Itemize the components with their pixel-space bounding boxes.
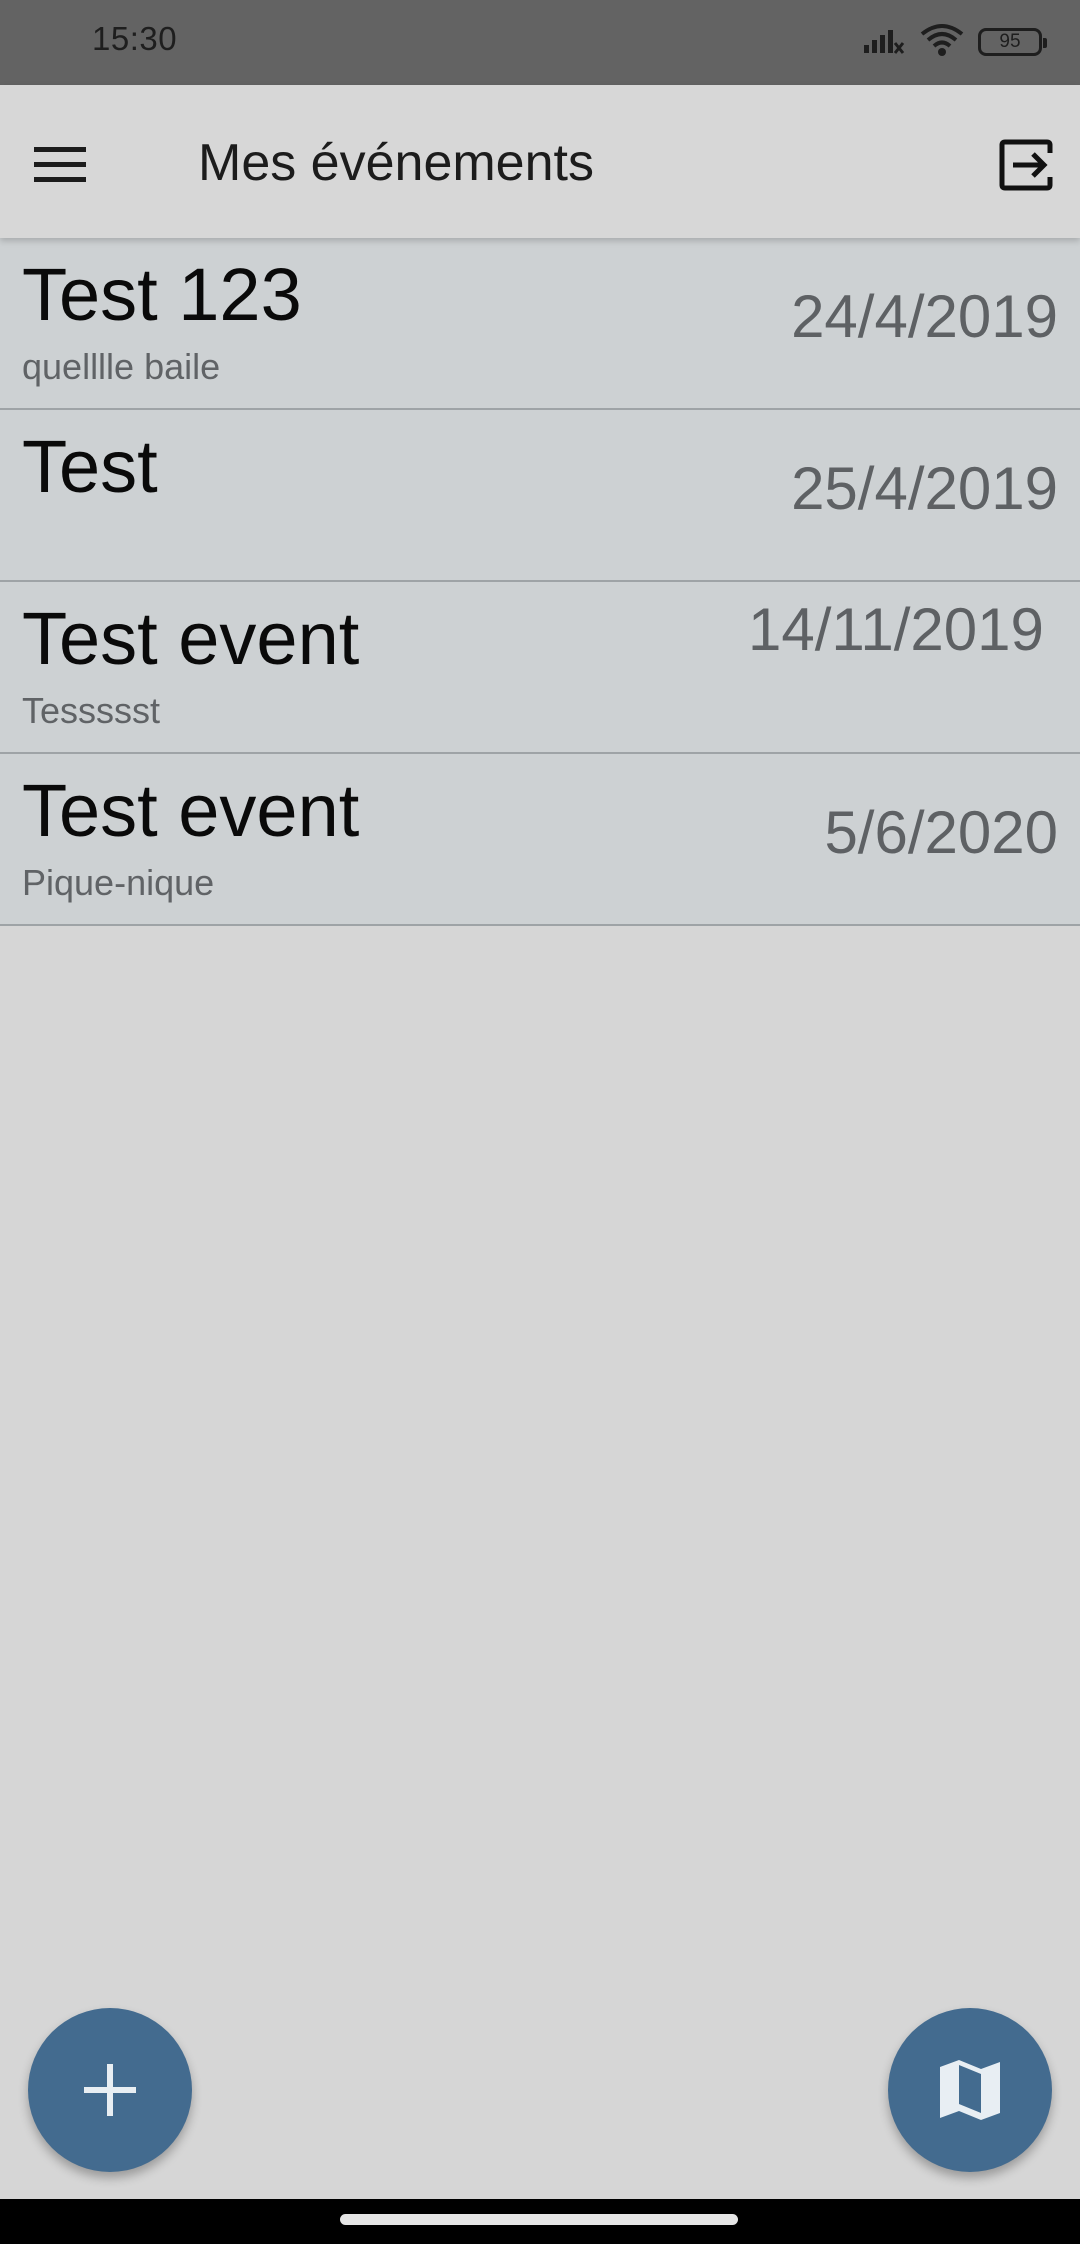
event-title: Test 123 [22,253,302,336]
battery-level: 95 [999,31,1021,52]
event-list-item[interactable]: Test event Pique-nique 5/6/2020 [0,754,1080,926]
event-date: 14/11/2019 [748,596,1044,663]
plus-icon [84,2064,136,2116]
event-title: Test event [22,769,360,852]
status-icons: 95 [862,22,1047,63]
map-button[interactable] [888,2008,1052,2172]
home-indicator[interactable] [340,2214,738,2225]
logout-button[interactable] [990,129,1062,201]
wifi-icon [920,22,964,63]
add-event-button[interactable] [28,2008,192,2172]
menu-button[interactable] [24,129,96,201]
app-bar: Mes événements [0,85,1080,238]
event-subtitle: Pique-nique [22,862,215,903]
status-bar: 15:30 95 [0,0,1080,85]
event-list-item[interactable]: Test event Tessssst 14/11/2019 [0,582,1080,754]
event-date: 24/4/2019 [791,283,1058,350]
event-subtitle: quelllle baile [22,346,221,387]
event-title: Test event [22,597,360,680]
battery-icon: 95 [978,28,1047,56]
logout-icon [999,139,1053,191]
event-list-item[interactable]: Test 123 quelllle baile 24/4/2019 [0,238,1080,410]
event-subtitle: Tessssst [22,690,161,731]
page-title: Mes événements [198,134,594,192]
event-date: 25/4/2019 [791,455,1058,522]
event-title: Test [22,425,158,508]
signal-icon [862,23,906,62]
event-date: 5/6/2020 [824,799,1058,866]
event-list-item[interactable]: Test 25/4/2019 [0,410,1080,582]
event-list: Test 123 quelllle baile 24/4/2019 Test 2… [0,238,1080,926]
status-time: 15:30 [92,20,178,57]
navigation-bar [0,2199,1080,2244]
map-icon [940,2060,1000,2120]
hamburger-menu-icon [34,147,86,182]
